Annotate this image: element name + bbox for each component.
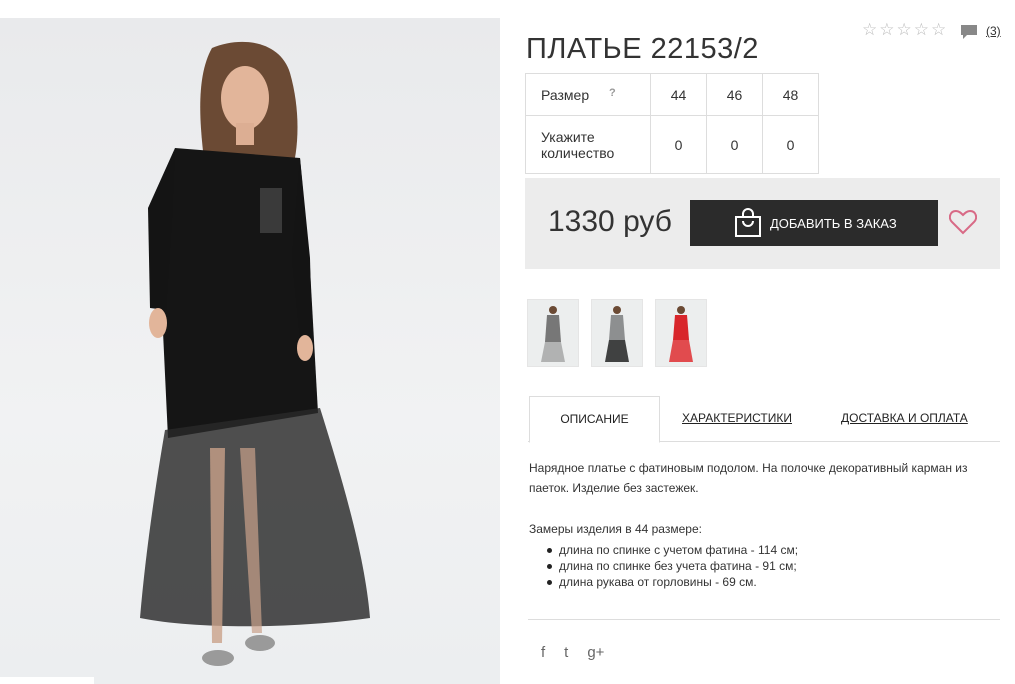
dress-model-illustration <box>140 41 370 666</box>
quantity-input-44[interactable]: 0 <box>650 115 707 174</box>
image-bottom-strip <box>0 677 94 684</box>
thumb-image <box>656 300 706 366</box>
twitter-icon[interactable]: t <box>564 644 568 661</box>
purchase-panel: 1330 руб ДОБАВИТЬ В ЗАКАЗ <box>525 178 1000 269</box>
product-title: ПЛАТЬЕ 22153/2 <box>526 33 759 66</box>
thumbnail-grey-black[interactable] <box>527 299 579 367</box>
product-tabs: ОПИСАНИЕ ХАРАКТЕРИСТИКИ ДОСТАВКА И ОПЛАТ… <box>528 396 1000 443</box>
quantity-input-46[interactable]: 0 <box>706 115 763 174</box>
tab-description[interactable]: ОПИСАНИЕ <box>529 396 660 443</box>
size-label-cell: Размер ? <box>525 73 651 116</box>
thumbnail-red[interactable] <box>655 299 707 367</box>
size-label: Размер <box>541 86 590 103</box>
list-item: длина по спинке с учетом фатина - 114 см… <box>545 542 798 558</box>
add-to-order-label: ДОБАВИТЬ В ЗАКАЗ <box>770 215 897 231</box>
star-icon[interactable]: ☆ <box>879 21 894 38</box>
tab-characteristics[interactable]: ХАРАКТЕРИСТИКИ <box>682 396 792 440</box>
star-icon[interactable]: ☆ <box>862 21 877 38</box>
size-46: 46 <box>706 73 763 116</box>
google-plus-icon[interactable]: g+ <box>587 644 604 661</box>
facebook-icon[interactable]: f <box>541 644 545 661</box>
list-item: длина рукава от горловины - 69 см. <box>545 574 798 590</box>
add-to-order-button[interactable]: ДОБАВИТЬ В ЗАКАЗ <box>690 200 938 246</box>
quantity-row: Укажите количество 0 0 0 <box>525 115 819 174</box>
tab-delivery-payment[interactable]: ДОСТАВКА И ОПЛАТА <box>841 396 968 440</box>
quantity-input-48[interactable]: 0 <box>762 115 819 174</box>
list-item: длина по спинке без учета фатина - 91 см… <box>545 558 798 574</box>
thumbnail-list <box>527 299 707 367</box>
star-icon[interactable]: ☆ <box>897 21 912 38</box>
help-icon[interactable]: ? <box>609 87 616 99</box>
price: 1330 руб <box>548 205 672 238</box>
star-icon[interactable]: ☆ <box>914 21 929 38</box>
thumb-image <box>592 300 642 366</box>
size-table: Размер ? 44 46 48 Укажите количество 0 0… <box>525 73 819 174</box>
size-48: 48 <box>762 73 819 116</box>
measures-title: Замеры изделия в 44 размере: <box>529 522 702 536</box>
comments-count-link[interactable]: (3) <box>986 24 1001 38</box>
thumb-image <box>528 300 578 366</box>
star-icon[interactable]: ☆ <box>931 21 946 38</box>
quantity-label: Укажите количество <box>525 115 651 174</box>
shopping-bag-icon <box>735 208 761 237</box>
size-44: 44 <box>650 73 707 116</box>
description-text: Нарядное платье с фатиновым подолом. На … <box>529 461 968 495</box>
size-row: Размер ? 44 46 48 <box>525 73 819 116</box>
comment-icon[interactable] <box>960 24 978 40</box>
heart-icon[interactable] <box>949 209 977 235</box>
social-links: f t g+ <box>541 644 604 661</box>
thumbnail-grey[interactable] <box>591 299 643 367</box>
measures-list: длина по спинке с учетом фатина - 114 см… <box>545 542 798 590</box>
product-main-image[interactable] <box>0 18 500 684</box>
divider <box>528 619 1000 620</box>
rating-stars[interactable]: ☆ ☆ ☆ ☆ ☆ <box>862 21 946 38</box>
